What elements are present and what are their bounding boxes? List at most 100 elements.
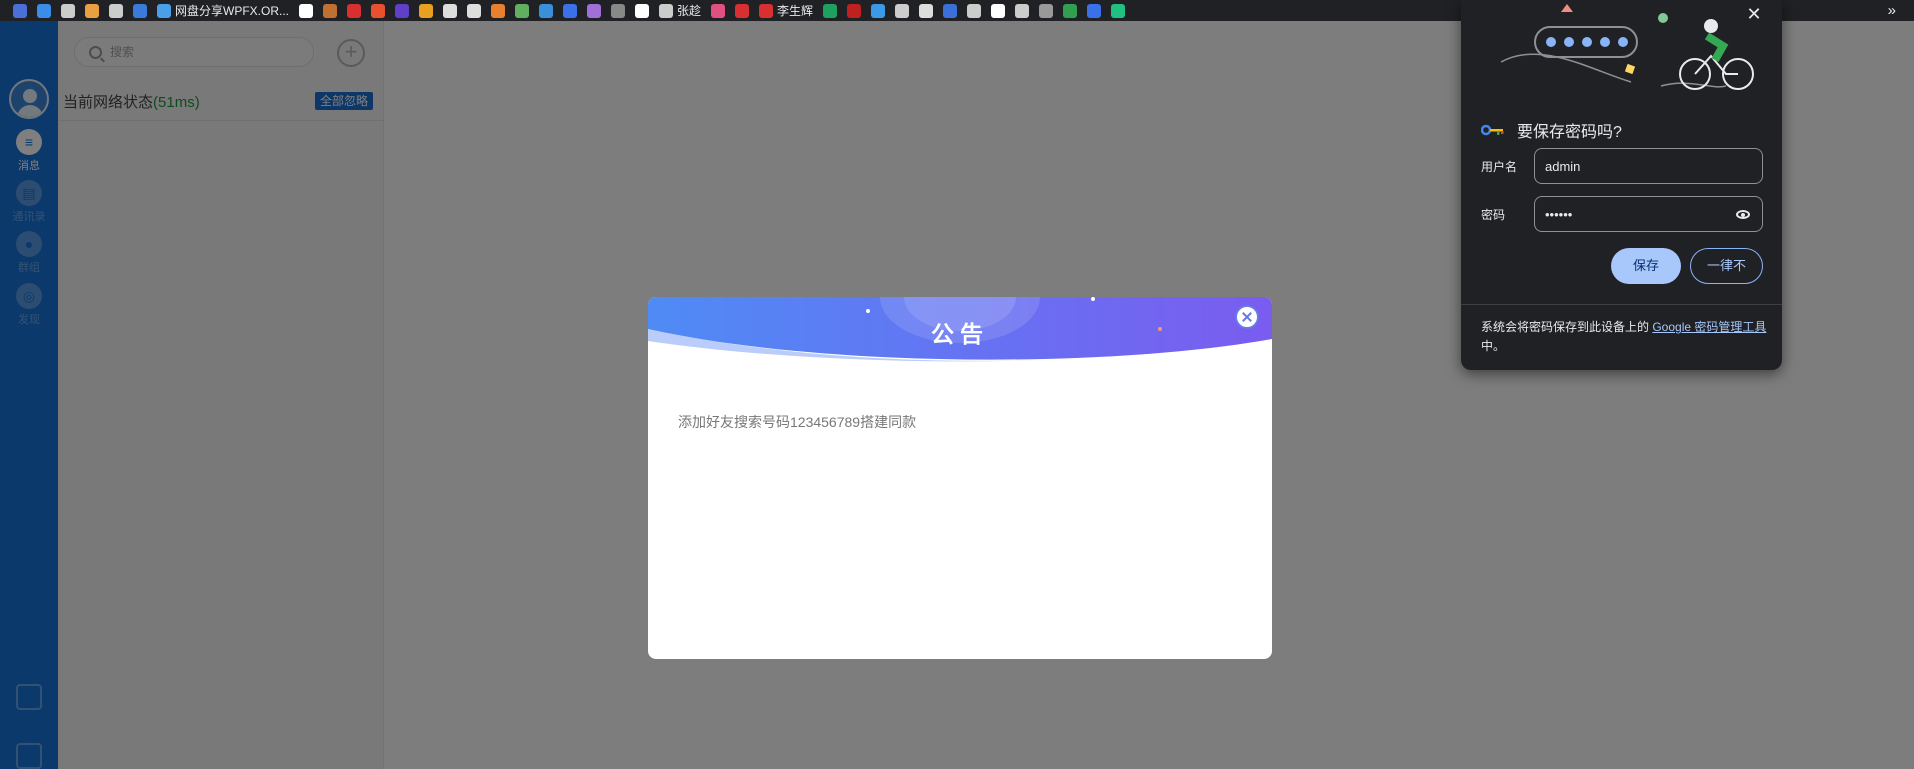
- bookmark-favicon-icon: [61, 3, 75, 18]
- footer-text-end: 中。: [1481, 339, 1506, 353]
- bookmark-item[interactable]: [818, 0, 842, 21]
- bookmark-item[interactable]: [1010, 0, 1034, 21]
- bookmark-label: 网盘分享WPFX.OR...: [175, 4, 290, 18]
- bookmark-item[interactable]: [938, 0, 962, 21]
- divider: [1461, 304, 1782, 305]
- bookmark-favicon-icon: [919, 3, 934, 18]
- bookmark-favicon-icon: [1015, 3, 1030, 18]
- bookmark-item[interactable]: [534, 0, 558, 21]
- bookmark-item[interactable]: [510, 0, 534, 21]
- close-icon[interactable]: [1235, 305, 1259, 329]
- save-button[interactable]: 保存: [1611, 248, 1681, 284]
- popup-title: 要保存密码吗?: [1517, 124, 1622, 141]
- bookmark-favicon-icon: [491, 3, 506, 18]
- bookmark-favicon-icon: [611, 3, 626, 18]
- bookmark-favicon-icon: [871, 3, 886, 18]
- password-manager-link[interactable]: Google 密码管理工具: [1652, 320, 1766, 334]
- close-icon[interactable]: ✕: [1744, 4, 1764, 24]
- bookmark-item[interactable]: [318, 0, 342, 21]
- bookmark-item[interactable]: [730, 0, 754, 21]
- bookmark-item[interactable]: [842, 0, 866, 21]
- bookmark-item[interactable]: [294, 0, 318, 21]
- bookmark-favicon-icon: [133, 3, 147, 18]
- bookmark-favicon-icon: [943, 3, 958, 18]
- bookmark-favicon-icon: [711, 3, 726, 18]
- bookmark-favicon-icon: [735, 3, 750, 18]
- bookmark-item[interactable]: [390, 0, 414, 21]
- bookmark-favicon-icon: [587, 3, 602, 18]
- bookmark-item[interactable]: [462, 0, 486, 21]
- bookmark-item[interactable]: [582, 0, 606, 21]
- bookmark-favicon-icon: [895, 3, 910, 18]
- password-label: 密码: [1481, 208, 1506, 222]
- bookmark-item[interactable]: [342, 0, 366, 21]
- bookmark-favicon-icon: [37, 3, 51, 18]
- bookmark-item[interactable]: 网盘分享WPFX.OR...: [152, 0, 294, 21]
- popup-footer: 系统会将密码保存到此设备上的 Google 密码管理工具中。: [1481, 318, 1771, 356]
- bookmark-item[interactable]: [80, 0, 104, 21]
- bookmark-favicon-icon: [347, 3, 362, 18]
- bookmark-item[interactable]: [104, 0, 128, 21]
- username-label: 用户名: [1481, 160, 1518, 174]
- bookmark-favicon-icon: [13, 3, 27, 18]
- bookmark-item[interactable]: [1082, 0, 1106, 21]
- bookmark-item[interactable]: 张趁: [654, 0, 706, 21]
- bookmark-favicon-icon: [635, 3, 650, 18]
- bookmark-favicon-icon: [109, 3, 123, 18]
- bookmark-item[interactable]: [32, 0, 56, 21]
- bookmark-label: 李生辉: [777, 4, 814, 18]
- bookmark-item[interactable]: [366, 0, 390, 21]
- popup-title-row: 要保存密码吗?: [1481, 118, 1622, 142]
- bookmark-item[interactable]: [962, 0, 986, 21]
- bookmark-item[interactable]: [706, 0, 730, 21]
- bookmark-favicon-icon: [443, 3, 458, 18]
- bookmark-item[interactable]: [128, 0, 152, 21]
- bookmark-favicon-icon: [299, 3, 314, 18]
- bookmark-item[interactable]: [1106, 0, 1130, 21]
- password-field[interactable]: ••••••: [1534, 196, 1763, 232]
- footer-text: 系统会将密码保存到此设备上的: [1481, 320, 1653, 334]
- bookmark-favicon-icon: [395, 3, 410, 18]
- bookmark-favicon-icon: [467, 3, 482, 18]
- bookmark-item[interactable]: [986, 0, 1010, 21]
- bookmark-item[interactable]: [558, 0, 582, 21]
- bookmark-favicon-icon: [1063, 3, 1078, 18]
- bookmark-favicon-icon: [991, 3, 1006, 18]
- cyclist-illustration: [1500, 4, 1754, 90]
- bookmark-item[interactable]: 李生辉: [754, 0, 818, 21]
- bookmark-favicon-icon: [847, 3, 862, 18]
- bookmark-favicon-icon: [157, 3, 171, 18]
- eye-icon[interactable]: [1736, 210, 1750, 219]
- bookmark-item[interactable]: [630, 0, 654, 21]
- bookmark-item[interactable]: [438, 0, 462, 21]
- bookmark-favicon-icon: [323, 3, 338, 18]
- bookmark-favicon-icon: [659, 3, 674, 18]
- password-value: ••••••: [1545, 206, 1573, 222]
- bookmark-item[interactable]: [866, 0, 890, 21]
- notice-modal: 公告 添加好友搜索号码123456789搭建同款: [648, 297, 1272, 659]
- bookmark-item[interactable]: [8, 0, 32, 21]
- bookmark-favicon-icon: [759, 3, 774, 18]
- bookmark-item[interactable]: [486, 0, 510, 21]
- bookmark-favicon-icon: [1111, 3, 1126, 18]
- bookmark-item[interactable]: [414, 0, 438, 21]
- bookmark-favicon-icon: [539, 3, 554, 18]
- bookmark-item[interactable]: [1034, 0, 1058, 21]
- bookmark-item[interactable]: [890, 0, 914, 21]
- bookmark-item[interactable]: [914, 0, 938, 21]
- bookmark-item[interactable]: [606, 0, 630, 21]
- bookmark-label: 张趁: [677, 4, 702, 18]
- bookmark-favicon-icon: [967, 3, 982, 18]
- username-value: admin: [1545, 158, 1581, 174]
- bookmark-favicon-icon: [823, 3, 838, 18]
- bookmarks-overflow-icon[interactable]: »: [1888, 0, 1896, 21]
- never-button[interactable]: 一律不: [1690, 248, 1763, 284]
- bookmark-favicon-icon: [85, 3, 99, 18]
- bookmark-item[interactable]: [56, 0, 80, 21]
- bookmark-favicon-icon: [1087, 3, 1102, 18]
- username-field[interactable]: admin: [1534, 148, 1763, 184]
- bookmark-item[interactable]: [1058, 0, 1082, 21]
- key-icon: [1481, 124, 1504, 136]
- bookmark-favicon-icon: [515, 3, 530, 18]
- bookmark-favicon-icon: [1039, 3, 1054, 18]
